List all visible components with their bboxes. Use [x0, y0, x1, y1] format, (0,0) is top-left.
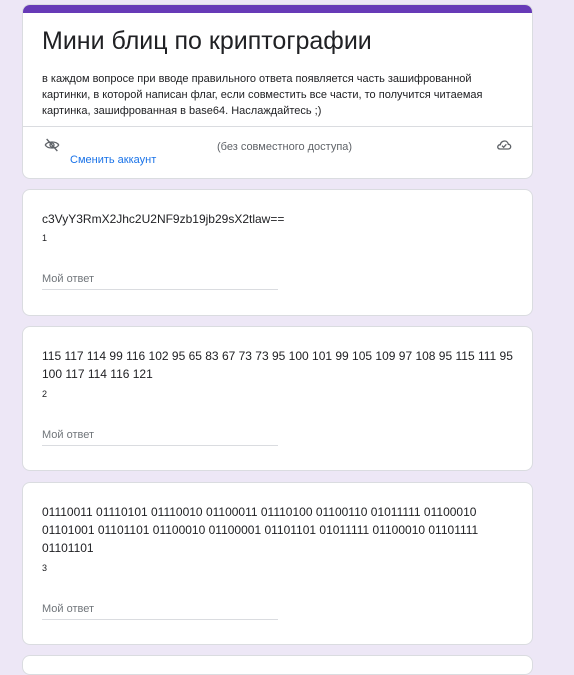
- answer-input-3[interactable]: Мой ответ: [42, 603, 278, 620]
- question-text-3: 01110011 01110101 01110010 01100011 0111…: [42, 505, 479, 555]
- question-number-1: 1: [42, 233, 48, 243]
- question-card-2: 115 117 114 99 116 102 95 65 83 67 73 73…: [22, 326, 533, 471]
- answer-input-2[interactable]: Мой ответ: [42, 429, 278, 446]
- form-header-card: Мини блиц по криптографии в каждом вопро…: [22, 4, 533, 179]
- form-description: в каждом вопросе при вводе правильного о…: [42, 73, 483, 117]
- answer-input-1[interactable]: Мой ответ: [42, 273, 278, 290]
- question-card-1: c3VyY3RmX2Jhc2U2NF9zb19jb29sX2tlaw== 1 М…: [22, 189, 533, 316]
- account-status: (без совместного доступа): [217, 141, 353, 153]
- question-card-4: [22, 655, 533, 675]
- cloud-saved-icon[interactable]: [495, 137, 513, 153]
- header-accent-bar: [23, 5, 532, 13]
- question-text-1: c3VyY3RmX2Jhc2U2NF9zb19jb29sX2tlaw==: [42, 212, 285, 226]
- question-number-3: 3: [42, 563, 48, 573]
- question-card-3: 01110011 01110101 01110010 01100011 0111…: [22, 482, 533, 645]
- question-text-2: 115 117 114 99 116 102 95 65 83 67 73 73…: [42, 349, 513, 381]
- header-divider: [23, 126, 532, 127]
- eye-off-icon: [44, 138, 60, 152]
- form-title: Мини блиц по криптографии: [42, 27, 372, 55]
- switch-account-link[interactable]: Сменить аккаунт: [70, 154, 156, 166]
- question-number-2: 2: [42, 389, 48, 399]
